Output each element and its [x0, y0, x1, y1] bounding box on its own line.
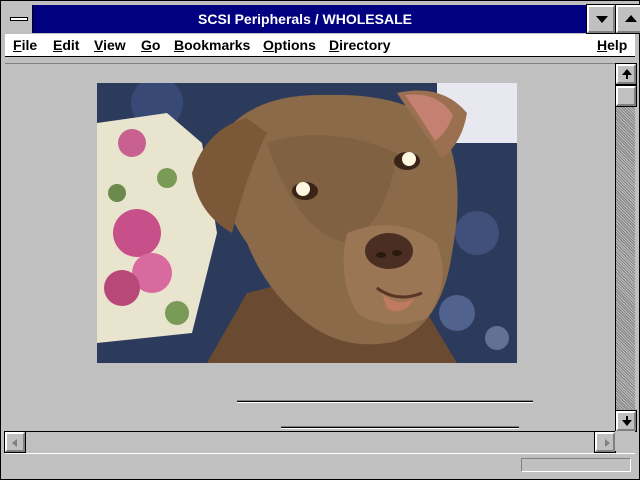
system-menu-icon[interactable]	[5, 5, 33, 33]
menu-bookmarks-rest: ookmarks	[184, 37, 251, 53]
menu-go-mnemonic: G	[141, 37, 152, 53]
browser-window: SCSI Peripherals / WHOLESALE File Edit V…	[0, 0, 640, 480]
vertical-scrollbar[interactable]	[615, 63, 637, 432]
status-bar	[5, 453, 635, 476]
menu-help[interactable]: Help	[597, 37, 627, 53]
menu-directory[interactable]: Directory	[329, 37, 390, 53]
menu-help-mnemonic: H	[597, 37, 608, 53]
menu-options-mnemonic: O	[263, 37, 274, 53]
scrollbar-corner	[615, 431, 635, 451]
maximize-button[interactable]	[615, 4, 640, 34]
menu-directory-mnemonic: D	[329, 37, 340, 53]
status-text	[9, 457, 514, 473]
scroll-left-arrow-icon	[12, 439, 17, 447]
menu-go-rest: o	[151, 37, 161, 53]
menu-directory-rest: irectory	[339, 37, 391, 53]
scroll-down-button[interactable]	[615, 410, 637, 432]
menu-options-rest: ptions	[273, 37, 316, 53]
menu-file[interactable]: File	[13, 37, 37, 53]
menu-view-rest: iew	[103, 37, 126, 53]
scroll-right-button[interactable]	[594, 431, 616, 453]
horizontal-scrollbar[interactable]	[4, 431, 616, 453]
window-title: SCSI Peripherals / WHOLESALE	[198, 11, 412, 27]
menu-help-rest: elp	[607, 37, 628, 53]
scroll-up-arrow-icon	[622, 69, 632, 79]
menu-edit-rest: dit	[62, 37, 80, 53]
menu-view[interactable]: View	[94, 37, 126, 53]
menu-view-mnemonic: V	[94, 37, 104, 53]
progress-bar	[521, 458, 631, 472]
menu-edit-mnemonic: E	[53, 37, 63, 53]
minimize-button[interactable]	[586, 4, 616, 34]
menu-file-mnemonic: F	[13, 37, 22, 53]
vertical-scroll-thumb[interactable]	[615, 85, 637, 107]
menu-bookmarks[interactable]: Bookmarks	[174, 37, 250, 53]
maximize-icon	[625, 15, 637, 22]
menu-file-rest: ile	[21, 37, 38, 53]
menu-bookmarks-mnemonic: B	[174, 37, 185, 53]
scroll-up-button[interactable]	[615, 63, 637, 85]
menu-go[interactable]: Go	[141, 37, 160, 53]
scroll-down-arrow-icon	[622, 416, 632, 426]
minimize-icon	[596, 16, 608, 23]
horizontal-rule	[281, 426, 519, 429]
horizontal-rule	[237, 400, 533, 403]
title-bar[interactable]: SCSI Peripherals / WHOLESALE	[5, 4, 640, 34]
menu-edit[interactable]: Edit	[53, 37, 79, 53]
dog-photo	[97, 83, 517, 363]
page-content	[5, 63, 615, 432]
menu-bar: File Edit View Go Bookmarks Options Dire…	[5, 34, 635, 57]
scroll-right-arrow-icon	[605, 439, 610, 447]
scroll-left-button[interactable]	[4, 431, 26, 453]
menu-options[interactable]: Options	[263, 37, 316, 53]
